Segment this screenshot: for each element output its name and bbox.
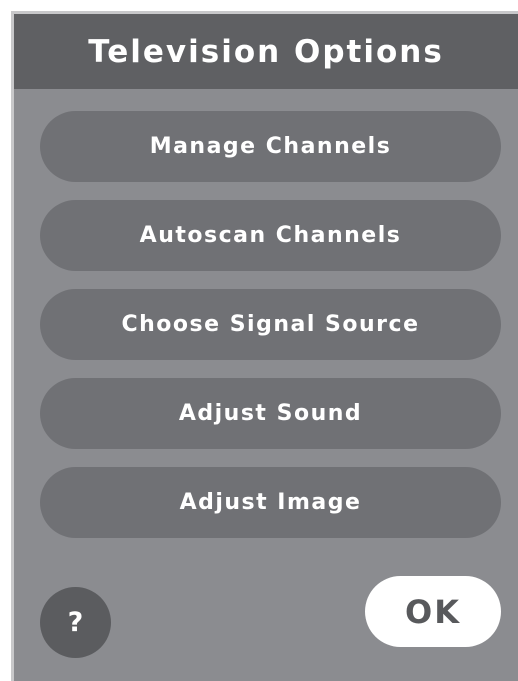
autoscan-channels-button[interactable]: Autoscan Channels [40,200,501,271]
dialog-title: Television Options [88,33,444,70]
adjust-sound-button[interactable]: Adjust Sound [40,378,501,449]
manage-channels-button[interactable]: Manage Channels [40,111,501,182]
ok-button[interactable]: OK [365,576,501,647]
help-button[interactable]: ? [40,587,111,658]
television-options-dialog: Television Options Manage Channels Autos… [11,11,518,681]
title-bar: Television Options [14,14,518,89]
choose-signal-source-button[interactable]: Choose Signal Source [40,289,501,360]
adjust-image-button[interactable]: Adjust Image [40,467,501,538]
